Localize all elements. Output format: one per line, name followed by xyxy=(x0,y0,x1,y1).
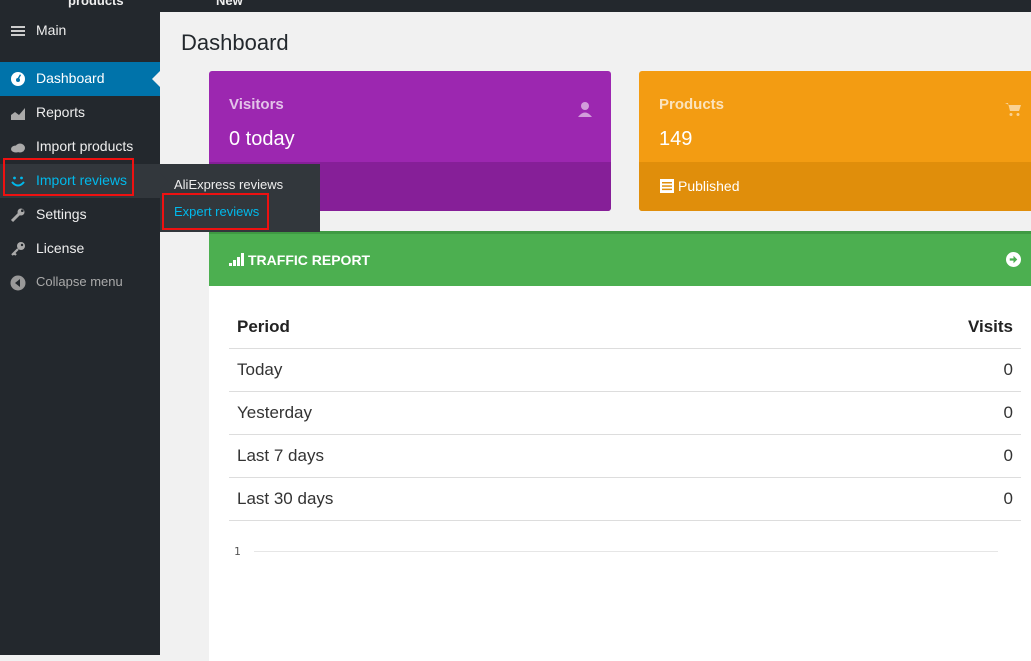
chart-gridline xyxy=(254,551,998,552)
products-card: Products 149 Published xyxy=(639,71,1031,211)
sidebar-item-label: Settings xyxy=(36,206,87,222)
period-cell: Today xyxy=(237,360,283,379)
period-cell: Last 7 days xyxy=(237,446,324,465)
import-reviews-submenu: AliExpress reviews Expert reviews xyxy=(160,164,320,232)
dashboard-icon xyxy=(11,72,25,86)
sidebar-item-label: Main xyxy=(36,22,67,38)
period-cell: Last 30 days xyxy=(237,489,334,508)
sidebar-item-dashboard[interactable]: Dashboard xyxy=(0,62,160,96)
sidebar-item-label: Import reviews xyxy=(36,172,128,188)
traffic-report-title: TRAFFIC REPORT xyxy=(248,252,371,268)
card-value: 0 today xyxy=(229,128,295,150)
chart-icon xyxy=(11,108,25,120)
collapse-icon xyxy=(10,275,26,291)
visits-cell: 0 xyxy=(1003,489,1013,508)
table-row: Today 0 xyxy=(229,349,1021,392)
column-header-period: Period xyxy=(237,317,290,336)
submenu-item-expert-reviews[interactable]: Expert reviews xyxy=(174,204,259,219)
sidebar-item-label: Import products xyxy=(36,138,134,154)
smile-icon xyxy=(11,176,25,187)
card-value: 149 xyxy=(659,128,693,150)
visits-cell: 0 xyxy=(1003,403,1013,422)
sidebar-item-license[interactable]: License xyxy=(0,232,160,266)
card-footer-text: Published xyxy=(678,178,740,194)
traffic-report-panel: TRAFFIC REPORT Period Visits Today 0 Yes… xyxy=(209,231,1031,661)
list-icon xyxy=(660,179,674,193)
arrow-circle-right-icon[interactable] xyxy=(1006,252,1021,267)
signal-bars-icon xyxy=(229,253,244,266)
cloud-icon xyxy=(11,143,25,153)
admin-bar-site-name[interactable]: products xyxy=(68,0,124,8)
wrench-icon xyxy=(10,208,25,223)
traffic-report-header: TRAFFIC REPORT xyxy=(209,231,1031,286)
card-title: Visitors xyxy=(229,96,284,113)
table-row: Yesterday 0 xyxy=(229,392,1021,435)
sidebar-item-import-products[interactable]: Import products xyxy=(0,130,160,164)
cart-icon xyxy=(1005,103,1021,116)
sidebar-item-reports[interactable]: Reports xyxy=(0,96,160,130)
key-icon xyxy=(11,242,25,256)
user-icon xyxy=(578,102,592,117)
table-row: Last 7 days 0 xyxy=(229,435,1021,478)
admin-sidebar: Main Dashboard Reports Import products I… xyxy=(0,12,168,655)
table-row: Last 30 days 0 xyxy=(229,478,1021,521)
admin-bar: products New xyxy=(0,0,1031,12)
table-header-row: Period Visits xyxy=(229,306,1021,349)
period-cell: Yesterday xyxy=(237,403,312,422)
menu-icon xyxy=(11,26,25,36)
admin-bar-new[interactable]: New xyxy=(216,0,243,8)
visits-cell: 0 xyxy=(1003,446,1013,465)
sidebar-item-label: Dashboard xyxy=(36,70,105,86)
collapse-menu-button[interactable]: Collapse menu xyxy=(0,266,160,300)
page-title: Dashboard xyxy=(181,30,289,55)
column-header-visits: Visits xyxy=(967,317,1013,336)
traffic-table: Period Visits Today 0 Yesterday 0 Last 7… xyxy=(229,306,1021,521)
sidebar-item-label: Collapse menu xyxy=(36,274,123,289)
card-title: Products xyxy=(659,96,725,113)
submenu-item-aliexpress-reviews[interactable]: AliExpress reviews xyxy=(174,177,283,192)
card-footer[interactable]: Published xyxy=(639,162,1031,211)
sidebar-item-import-reviews[interactable]: Import reviews xyxy=(0,164,168,198)
chart-y-tick: 1 xyxy=(234,545,241,558)
sidebar-item-main[interactable]: Main xyxy=(0,14,160,48)
sidebar-item-label: Reports xyxy=(36,104,86,120)
visits-cell: 0 xyxy=(1003,360,1013,379)
sidebar-item-settings[interactable]: Settings xyxy=(0,198,160,232)
sidebar-item-label: License xyxy=(36,240,85,256)
